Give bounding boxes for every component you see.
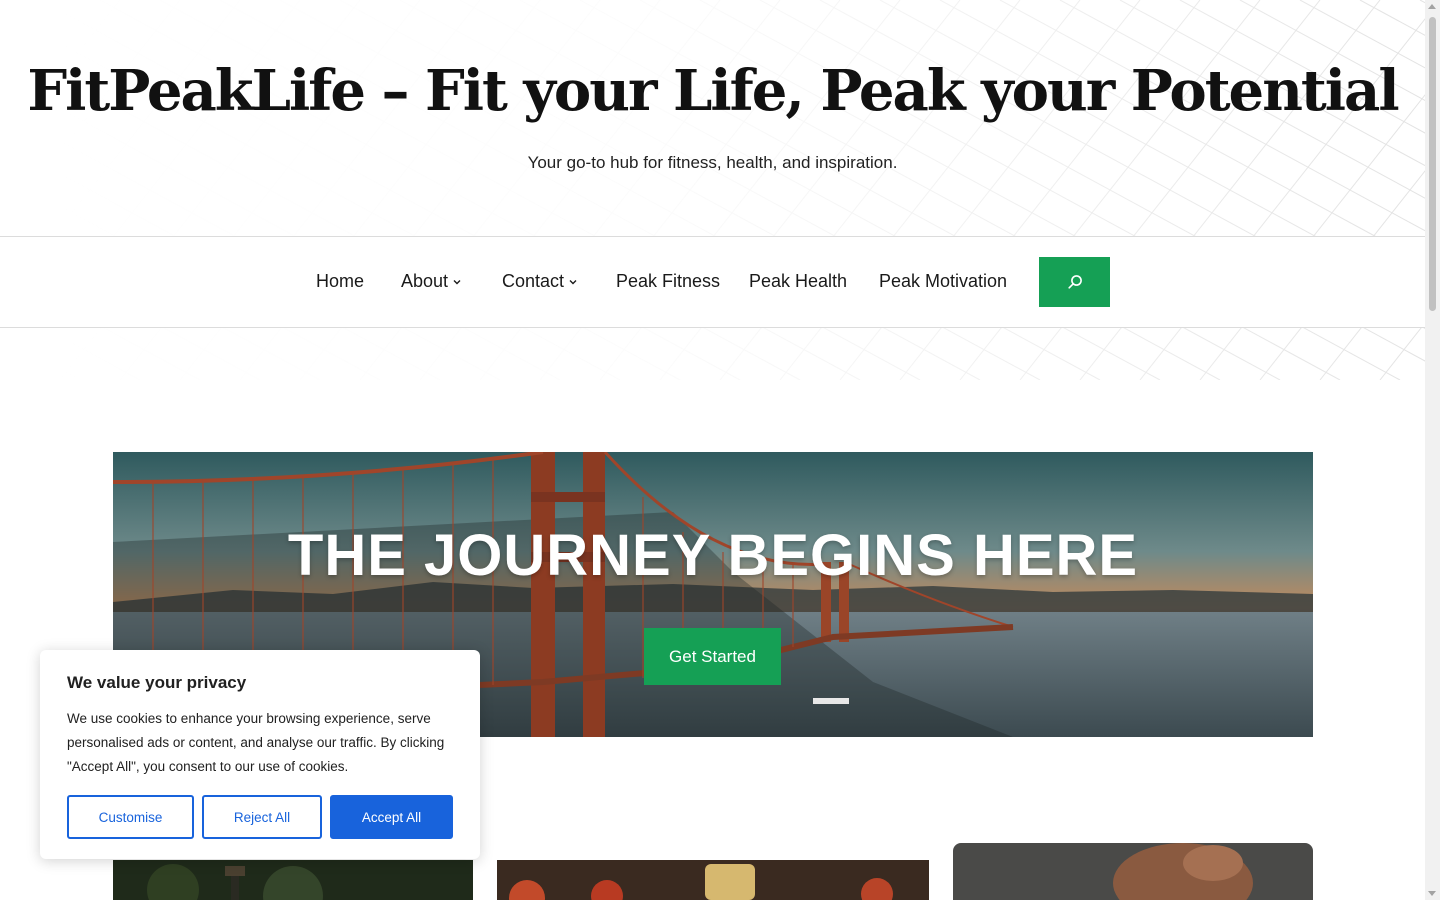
cookie-banner-title: We value your privacy <box>67 673 247 692</box>
nav-item-label: Peak Motivation <box>879 271 1008 291</box>
main-navigation: Home About Contact Peak Fitness Peak Hea… <box>0 236 1425 328</box>
cookie-banner-text: We use cookies to enhance your browsing … <box>67 711 445 774</box>
nav-item-contact[interactable]: Contact <box>502 271 578 292</box>
cookie-consent-banner: We value your privacy We use cookies to … <box>40 650 480 859</box>
scroll-down-arrow-icon[interactable] <box>1428 891 1436 896</box>
search-icon <box>1067 275 1082 289</box>
accept-all-button[interactable]: Accept All <box>330 795 453 839</box>
post-card-image[interactable] <box>113 860 473 900</box>
search-button[interactable] <box>1039 257 1110 307</box>
post-image-fist <box>953 843 1313 900</box>
nav-item-label: Peak Fitness <box>616 271 721 291</box>
nav-item-peak-fitness[interactable]: Peak Fitness <box>616 271 720 292</box>
chevron-down-icon <box>453 279 461 284</box>
site-title[interactable]: FitPeakLife – Fit your Life, Peak your P… <box>0 58 1425 124</box>
post-card-image[interactable] <box>953 843 1313 900</box>
reject-all-button[interactable]: Reject All <box>202 795 322 839</box>
hero-title: THE JOURNEY BEGINS HERE <box>287 523 1139 588</box>
nav-item-peak-health[interactable]: Peak Health <box>749 271 847 292</box>
nav-item-label: About <box>401 271 449 291</box>
post-image-food <box>497 860 929 900</box>
site-tagline: Your go-to hub for fitness, health, and … <box>527 153 898 172</box>
nav-item-peak-motivation[interactable]: Peak Motivation <box>879 271 1007 292</box>
post-image-park <box>113 860 473 900</box>
chevron-down-icon <box>569 279 577 284</box>
customise-button[interactable]: Customise <box>67 795 194 839</box>
page: FitPeakLife – Fit your Life, Peak your P… <box>0 0 1425 900</box>
post-card-image[interactable] <box>497 860 929 900</box>
nav-item-label: Home <box>316 271 365 291</box>
scroll-up-arrow-icon[interactable] <box>1428 4 1436 9</box>
nav-item-label: Contact <box>502 271 565 291</box>
get-started-button[interactable]: Get Started <box>644 628 781 685</box>
scrollbar-thumb[interactable] <box>1429 17 1436 311</box>
nav-item-home[interactable]: Home <box>316 271 364 292</box>
vertical-scrollbar[interactable] <box>1425 0 1440 900</box>
nav-item-about[interactable]: About <box>401 271 462 292</box>
nav-item-label: Peak Health <box>749 271 848 291</box>
